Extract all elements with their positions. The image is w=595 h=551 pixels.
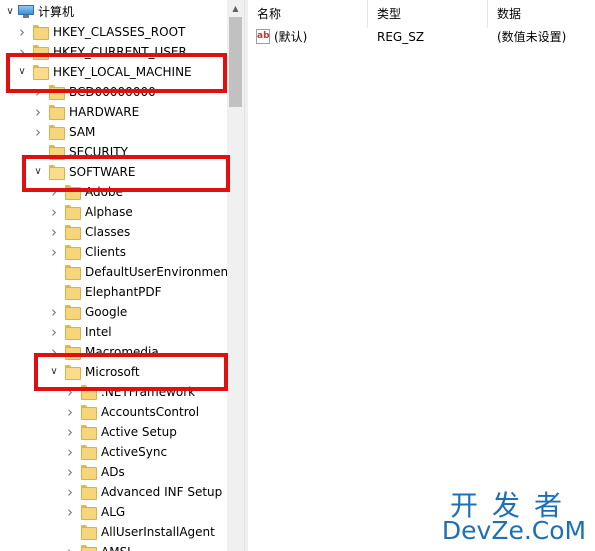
tree-node-label: DefaultUserEnvironment bbox=[85, 265, 233, 279]
watermark: 开发者 DevZe.CoM bbox=[430, 484, 595, 551]
tree-node[interactable]: › Google bbox=[0, 302, 227, 322]
folder-icon bbox=[81, 445, 97, 460]
tree-node-label: AMSI bbox=[101, 542, 131, 551]
tree-node[interactable]: › Clients bbox=[0, 242, 227, 262]
tree-node-label: ALG bbox=[101, 505, 126, 519]
folder-icon bbox=[65, 245, 81, 260]
tree-node-label: Alphase bbox=[85, 205, 133, 219]
tree-node[interactable]: › Alphase bbox=[0, 202, 227, 222]
tree-node[interactable]: › ALG bbox=[0, 502, 227, 522]
computer-icon bbox=[18, 5, 34, 19]
tree-node[interactable]: › SAM bbox=[0, 122, 227, 142]
chevron-right-icon[interactable]: › bbox=[64, 402, 76, 422]
tree-node-label: AccountsControl bbox=[101, 405, 200, 419]
chevron-right-icon[interactable]: › bbox=[64, 482, 76, 502]
tree-node[interactable]: › Active Setup bbox=[0, 422, 227, 442]
tree-node[interactable]: › Advanced INF Setup bbox=[0, 482, 227, 502]
tree-node-label: Google bbox=[85, 305, 128, 319]
tree-node-label: Advanced INF Setup bbox=[101, 485, 223, 499]
folder-icon bbox=[81, 465, 97, 480]
chevron-right-icon[interactable]: › bbox=[16, 22, 28, 42]
tree-node-label: 计算机 bbox=[38, 5, 75, 19]
highlight-box-software bbox=[22, 155, 230, 192]
tree-node-label: ADs bbox=[101, 465, 125, 479]
scroll-up-arrow-icon[interactable]: ▲ bbox=[227, 0, 244, 17]
tree-node[interactable]: › ADs bbox=[0, 462, 227, 482]
chevron-right-icon[interactable]: › bbox=[32, 102, 44, 122]
registry-values-pane[interactable]: 名称 类型 数据 ab (默认) REG_SZ (数值未设置) bbox=[248, 0, 595, 551]
chevron-right-icon[interactable]: › bbox=[48, 222, 60, 242]
folder-icon bbox=[81, 525, 97, 540]
chevron-right-icon[interactable]: › bbox=[48, 322, 60, 342]
chevron-right-icon[interactable]: › bbox=[64, 542, 76, 551]
tree-node-label: Intel bbox=[85, 325, 112, 339]
value-name: (默认) bbox=[274, 30, 308, 44]
tree-node[interactable]: › AMSI bbox=[0, 542, 227, 551]
tree-node[interactable]: › ActiveSync bbox=[0, 442, 227, 462]
tree-node-label: Active Setup bbox=[101, 425, 177, 439]
folder-icon bbox=[65, 225, 81, 240]
tree-node-label: SAM bbox=[69, 125, 96, 139]
chevron-down-icon[interactable]: ∨ bbox=[4, 2, 16, 22]
folder-icon bbox=[33, 25, 49, 40]
tree-node[interactable]: › HARDWARE bbox=[0, 102, 227, 122]
highlight-box-microsoft bbox=[34, 353, 228, 391]
tree-node[interactable]: › HKEY_CLASSES_ROOT bbox=[0, 22, 227, 42]
folder-icon bbox=[81, 505, 97, 520]
folder-icon bbox=[65, 205, 81, 220]
folder-icon bbox=[81, 425, 97, 440]
chevron-right-icon[interactable]: › bbox=[64, 442, 76, 462]
watermark-text-en: DevZe.CoM bbox=[441, 516, 587, 545]
chevron-right-icon[interactable]: › bbox=[64, 462, 76, 482]
tree-node-label: ElephantPDF bbox=[85, 285, 162, 299]
highlight-box-hkey-local-machine bbox=[6, 53, 227, 93]
column-header-data[interactable]: 数据 bbox=[488, 0, 595, 28]
column-header-type[interactable]: 类型 bbox=[368, 0, 488, 28]
tree-node[interactable]: › AccountsControl bbox=[0, 402, 227, 422]
tree-scrollbar[interactable]: ▲ bbox=[227, 0, 244, 551]
folder-icon bbox=[81, 545, 97, 551]
folder-icon bbox=[65, 325, 81, 340]
tree-node[interactable]: AllUserInstallAgent bbox=[0, 522, 227, 542]
scrollbar-thumb[interactable] bbox=[229, 17, 242, 107]
tree-node[interactable]: DefaultUserEnvironment bbox=[0, 262, 233, 282]
folder-icon bbox=[65, 305, 81, 320]
column-header-name[interactable]: 名称 bbox=[248, 0, 368, 28]
folder-icon bbox=[81, 485, 97, 500]
chevron-right-icon[interactable]: › bbox=[48, 242, 60, 262]
chevron-right-icon[interactable]: › bbox=[64, 502, 76, 522]
chevron-right-icon[interactable]: › bbox=[48, 302, 60, 322]
chevron-right-icon[interactable]: › bbox=[64, 422, 76, 442]
folder-icon bbox=[49, 105, 65, 120]
tree-node[interactable]: › Intel bbox=[0, 322, 227, 342]
tree-node-root[interactable]: ∨ 计算机 bbox=[0, 2, 227, 22]
tree-node[interactable]: › Classes bbox=[0, 222, 227, 242]
folder-icon bbox=[65, 265, 81, 280]
tree-node-label: ActiveSync bbox=[101, 445, 168, 459]
tree-node-label: Clients bbox=[85, 245, 126, 259]
value-row[interactable]: ab (默认) REG_SZ (数值未设置) bbox=[248, 27, 595, 47]
folder-icon bbox=[49, 125, 65, 140]
tree-node-label: AllUserInstallAgent bbox=[101, 525, 215, 539]
tree-node-label: HARDWARE bbox=[69, 105, 140, 119]
folder-icon bbox=[65, 285, 81, 300]
value-type: REG_SZ bbox=[377, 30, 425, 44]
tree-node[interactable]: ElephantPDF bbox=[0, 282, 227, 302]
tree-node-label: HKEY_CLASSES_ROOT bbox=[53, 25, 186, 39]
value-data: (数值未设置) bbox=[497, 30, 567, 44]
folder-icon bbox=[81, 405, 97, 420]
chevron-right-icon[interactable]: › bbox=[32, 122, 44, 142]
chevron-right-icon[interactable]: › bbox=[48, 202, 60, 222]
string-value-icon: ab bbox=[256, 29, 270, 44]
tree-node-label: Classes bbox=[85, 225, 131, 239]
